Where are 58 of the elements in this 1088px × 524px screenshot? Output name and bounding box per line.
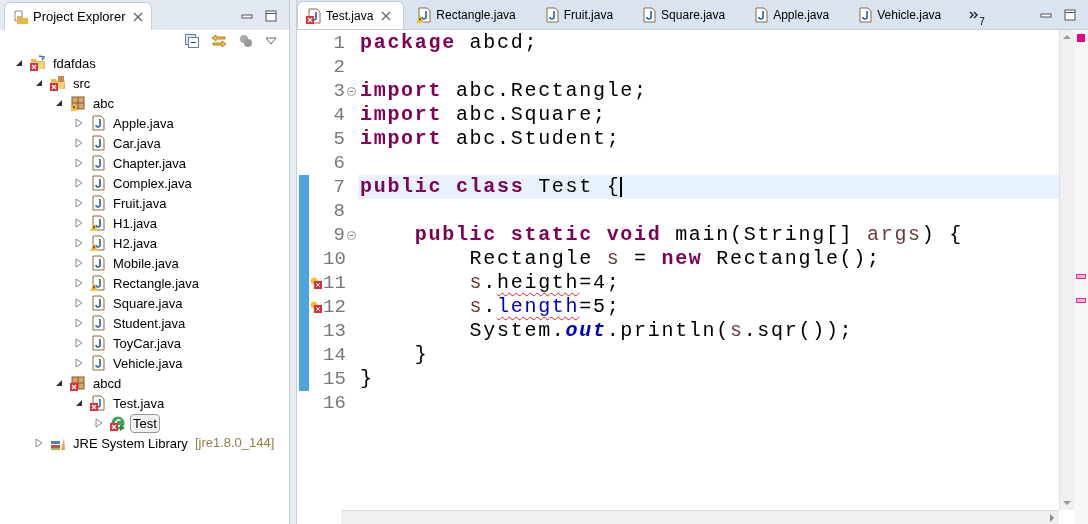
line-number: 13 (323, 319, 345, 343)
line-number: 1 (332, 31, 345, 55)
code-line: } (413, 343, 429, 367)
line-number: 5 (332, 127, 345, 151)
code-line: import abc.Student; (360, 127, 621, 151)
tree-item[interactable]: ToyCar.java (110, 333, 184, 353)
editor-tab[interactable]: Vehicle.java (849, 1, 954, 29)
line-number: 9 (332, 223, 345, 247)
code-line: s.heigth=4; (468, 271, 621, 295)
code-line: Rectangle s = new Rectangle(); (468, 247, 881, 271)
view-title: Project Explorer (33, 7, 126, 26)
line-number: 4 (332, 103, 345, 127)
code-line: import abc.Rectangle; (360, 79, 648, 103)
line-number: 16 (323, 391, 345, 415)
tree-item[interactable]: Student.java (110, 313, 189, 333)
line-number: 6 (332, 151, 345, 175)
editor-tab[interactable]: Fruit.java (535, 1, 626, 29)
code-line: import abc.Square; (360, 103, 607, 127)
tree-item[interactable]: JRE System Library (70, 433, 191, 453)
code-line: } (360, 367, 374, 391)
tree-item[interactable]: Apple.java (110, 113, 177, 133)
tree-item[interactable]: H1.java (110, 213, 161, 233)
line-number: 10 (323, 247, 345, 271)
tree-item[interactable]: src (70, 73, 94, 93)
tree-item[interactable]: Car.java (110, 133, 164, 153)
line-number: 2 (332, 55, 345, 79)
tree-item[interactable]: Complex.java (110, 173, 195, 193)
tree-item[interactable]: H2.java (110, 233, 161, 253)
line-number: 12 (323, 295, 345, 319)
tree-item[interactable]: Rectangle.java (110, 273, 202, 293)
tree-item[interactable]: Fruit.java (110, 193, 170, 213)
tree-item[interactable]: Test (130, 413, 160, 433)
line-number: 14 (323, 343, 345, 367)
view-tab[interactable]: Project Explorer (4, 2, 153, 30)
editor-tab[interactable]: Square.java (633, 1, 738, 29)
tree-item[interactable]: abc (90, 93, 117, 113)
editor-tab[interactable]: Test.java (297, 1, 405, 29)
editor-tab[interactable]: Apple.java (745, 1, 842, 29)
code-line: public static void main(String[] args) { (413, 223, 963, 247)
tree-item[interactable]: Square.java (110, 293, 186, 313)
line-number: 15 (323, 367, 345, 391)
tree-item[interactable]: Mobile.java (110, 253, 182, 273)
code-line: public class Test { (360, 175, 621, 199)
editor-tab[interactable]: Rectangle.java (408, 1, 528, 29)
code-line: System.out.println(s.sqr()); (468, 319, 854, 343)
tree-item[interactable]: Test.java (110, 393, 168, 413)
tree-item-detail: [jre1.8.0_144] (194, 434, 275, 453)
tree-item[interactable]: Vehicle.java (110, 353, 186, 373)
line-number: 7 (332, 175, 345, 199)
line-number: 11 (323, 271, 345, 295)
tree-item[interactable]: fdafdas (50, 53, 99, 73)
tree-item[interactable]: Chapter.java (110, 153, 189, 173)
hidden-tab-count: 7 (979, 14, 985, 29)
code-line: package abcd; (360, 31, 539, 55)
code-line: s.length=5; (468, 295, 621, 319)
line-number: 3 (332, 79, 345, 103)
line-number: 8 (332, 199, 345, 223)
tree-item[interactable]: abcd (90, 373, 125, 393)
